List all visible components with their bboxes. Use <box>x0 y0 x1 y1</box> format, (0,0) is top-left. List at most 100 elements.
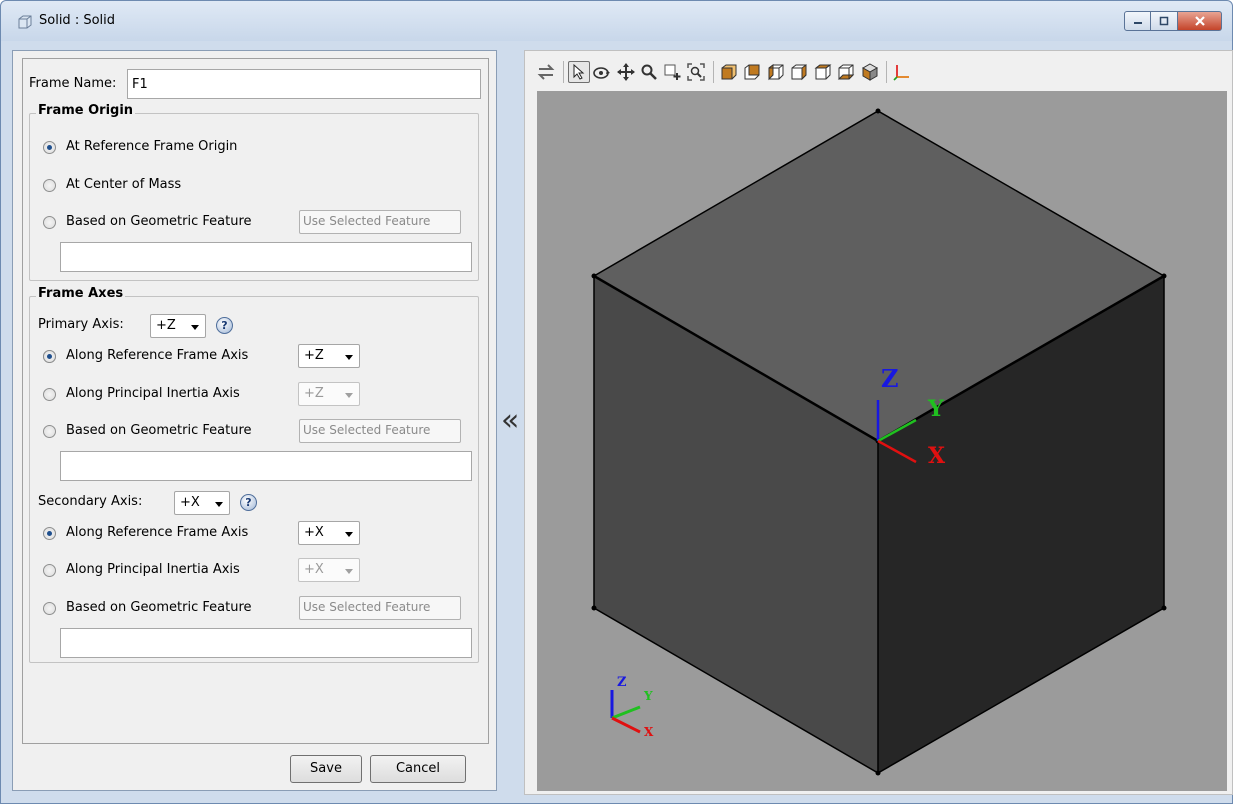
save-button[interactable]: Save <box>290 755 362 783</box>
toolbar-divider <box>886 61 887 83</box>
primary-reference-axis-dropdown[interactable]: +Z <box>298 344 360 368</box>
view-toolbar <box>535 58 915 86</box>
view-top-button[interactable] <box>812 61 834 83</box>
secondary-axis-dropdown[interactable]: +X <box>174 491 230 515</box>
close-icon <box>1194 16 1205 26</box>
primary-inertia-axis-value: +Z <box>304 386 324 401</box>
zoom-box-button[interactable] <box>662 61 684 83</box>
view-front-button[interactable] <box>718 61 740 83</box>
cursor-icon <box>573 64 584 80</box>
secondary-axis-value: +X <box>180 495 200 510</box>
primary-along-inertia-label: Along Principal Inertia Axis <box>66 386 240 401</box>
close-button[interactable] <box>1178 11 1222 31</box>
3d-viewport[interactable]: Z Y X Z Y X <box>537 91 1227 791</box>
chevron-down-icon <box>345 393 353 398</box>
triad-z-label: Z <box>881 364 899 393</box>
cancel-button[interactable]: Cancel <box>370 755 466 783</box>
minimize-icon <box>1133 22 1142 24</box>
origin-use-selected-button[interactable]: Use Selected Feature <box>299 210 461 234</box>
primary-axis-label: Primary Axis: <box>38 317 124 332</box>
isometric-cube-icon <box>861 63 878 81</box>
corner-z-label: Z <box>617 675 627 690</box>
primary-feature-field[interactable] <box>60 451 472 481</box>
select-tool-button[interactable] <box>567 61 590 83</box>
frame-form: Frame Name: Frame Origin At Reference Fr… <box>22 58 489 744</box>
restore-icon <box>1159 16 1169 26</box>
solid-window: Solid : Solid Frame Name: Frame Origin A… <box>0 0 1233 804</box>
secondary-reference-axis-value: +X <box>304 525 324 540</box>
secondary-axis-help-icon[interactable]: ? <box>240 494 257 511</box>
primary-axis-dropdown[interactable]: +Z <box>150 314 206 338</box>
secondary-along-reference-label: Along Reference Frame Axis <box>66 525 249 540</box>
fit-to-view-icon <box>687 63 705 81</box>
toolbar-divider <box>562 61 564 83</box>
zoom-tool-button[interactable] <box>638 61 660 83</box>
secondary-use-selected-button[interactable]: Use Selected Feature <box>299 596 461 620</box>
primary-along-reference-label: Along Reference Frame Axis <box>66 348 249 363</box>
secondary-axis-label: Secondary Axis: <box>38 494 143 509</box>
chevron-down-icon <box>191 325 199 330</box>
cube-top-icon <box>814 64 831 80</box>
triad-y-label: Y <box>927 396 944 422</box>
maximize-button[interactable] <box>1151 11 1178 31</box>
view-bottom-button[interactable] <box>835 61 857 83</box>
swap-views-button[interactable] <box>535 61 557 83</box>
pan-tool-button[interactable] <box>615 61 637 83</box>
primary-reference-axis-value: +Z <box>304 348 324 363</box>
origin-reference-label: At Reference Frame Origin <box>66 139 238 154</box>
frame-name-input[interactable] <box>127 69 481 99</box>
cube-front-icon <box>721 64 736 80</box>
rotate-tool-button[interactable] <box>591 61 613 83</box>
primary-geometric-label: Based on Geometric Feature <box>66 423 252 438</box>
orientation-triad: Z Y X <box>610 675 654 739</box>
frame-origin-title: Frame Origin <box>36 103 136 118</box>
primary-use-selected-button[interactable]: Use Selected Feature <box>299 419 461 443</box>
chevron-down-icon <box>345 569 353 574</box>
frame-settings-panel: Frame Name: Frame Origin At Reference Fr… <box>12 50 497 791</box>
secondary-inertia-axis-value: +X <box>304 562 324 577</box>
view-back-button[interactable] <box>741 61 763 83</box>
coordinate-axes-icon <box>893 65 909 81</box>
secondary-geometric-radio[interactable] <box>43 602 56 615</box>
primary-axis-help-icon[interactable]: ? <box>216 317 233 334</box>
secondary-geometric-label: Based on Geometric Feature <box>66 600 252 615</box>
chevron-down-icon <box>345 355 353 360</box>
frame-name-label: Frame Name: <box>29 76 117 91</box>
primary-geometric-radio[interactable] <box>43 425 56 438</box>
primary-along-reference-radio-dot <box>43 350 56 363</box>
origin-feature-field[interactable] <box>60 242 472 272</box>
view-right-button[interactable] <box>788 61 810 83</box>
view-left-button[interactable] <box>765 61 787 83</box>
collapse-panel-button[interactable]: « <box>501 403 519 438</box>
cube-bottom-icon <box>837 64 855 80</box>
magnifier-icon <box>641 64 657 80</box>
secondary-along-inertia-label: Along Principal Inertia Axis <box>66 562 240 577</box>
origin-center-of-mass-label: At Center of Mass <box>66 177 182 192</box>
corner-y-label: Y <box>643 689 653 703</box>
primary-along-inertia-radio[interactable] <box>43 388 56 401</box>
secondary-along-inertia-radio[interactable] <box>43 564 56 577</box>
primary-axis-value: +Z <box>156 318 176 333</box>
secondary-inertia-axis-dropdown: +X <box>298 558 360 582</box>
toggle-frames-button[interactable] <box>891 61 913 83</box>
triad-x-label: X <box>928 443 946 469</box>
secondary-feature-field[interactable] <box>60 628 472 658</box>
window-title: Solid : Solid <box>39 13 116 28</box>
graphics-panel: Z Y X Z Y X <box>524 50 1233 795</box>
swap-arrows-icon <box>537 64 555 80</box>
toolbar-divider <box>712 61 714 83</box>
secondary-reference-axis-dropdown[interactable]: +X <box>298 521 360 545</box>
minimize-button[interactable] <box>1124 11 1151 31</box>
pan-icon <box>616 63 635 81</box>
origin-center-of-mass-radio[interactable] <box>43 179 56 192</box>
view-isometric-button[interactable] <box>859 61 881 83</box>
cube-model: Z Y X Z Y X <box>591 108 1167 776</box>
secondary-along-reference-radio[interactable] <box>43 527 56 540</box>
corner-x-label: X <box>644 725 654 739</box>
cube-right-icon <box>791 64 807 81</box>
solid-cube-icon <box>18 15 32 29</box>
fit-view-button[interactable] <box>685 61 707 83</box>
origin-geometric-radio[interactable] <box>43 216 56 229</box>
origin-reference-radio[interactable] <box>43 141 56 154</box>
rotate-icon <box>593 67 610 79</box>
